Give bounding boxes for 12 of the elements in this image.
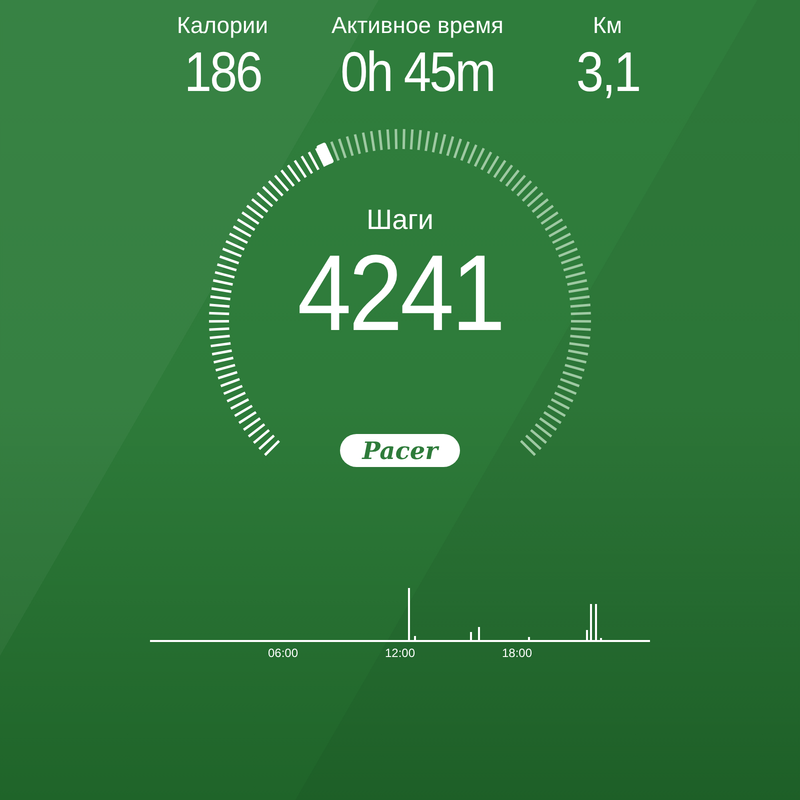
stat-value: 0h 45m — [340, 40, 494, 104]
steps-label: Шаги — [366, 203, 434, 237]
axis-label: 06:00 — [268, 646, 298, 660]
stat-label: Калории — [176, 11, 268, 40]
axis-label: 18:00 — [502, 646, 532, 660]
brand-logo: Pacer — [340, 434, 460, 467]
steps-value: 4241 — [297, 238, 503, 348]
stat-value: 186 — [184, 40, 261, 104]
stat-label: Активное время — [331, 11, 504, 40]
axis-label: 12:00 — [384, 646, 416, 660]
stat-label: Км — [592, 11, 622, 40]
stat-value: 3,1 — [576, 40, 640, 104]
